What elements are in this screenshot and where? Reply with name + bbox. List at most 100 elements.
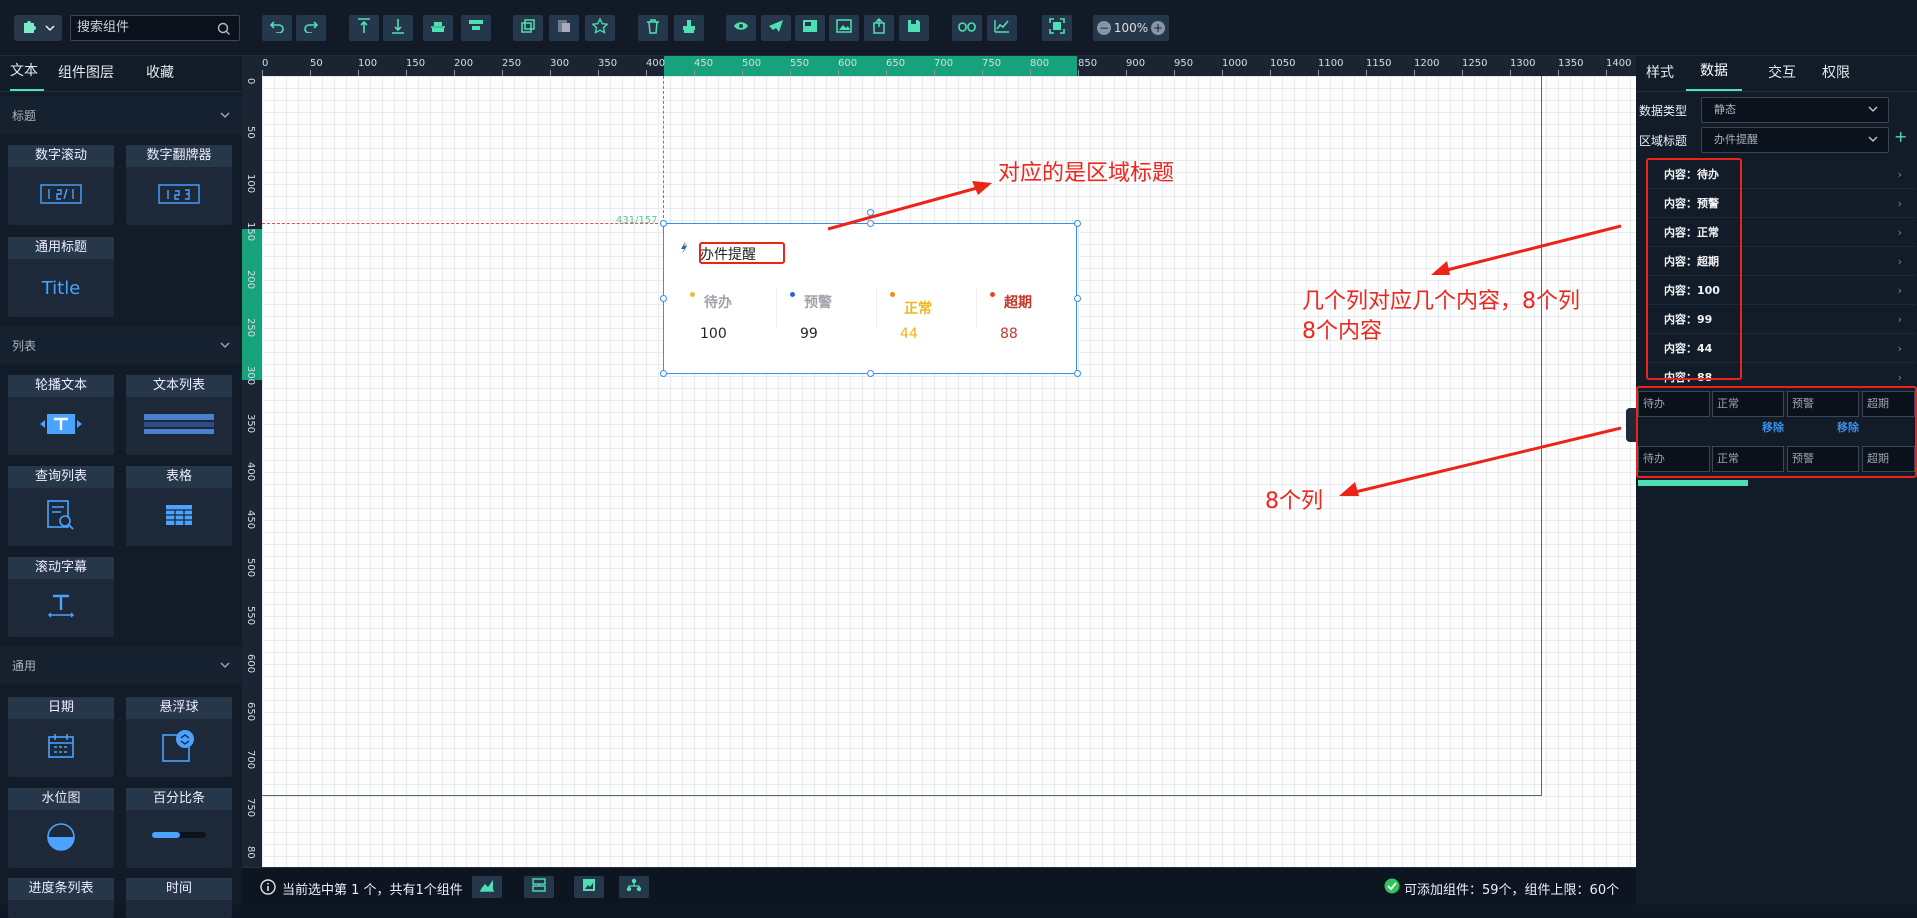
card-carousel-text[interactable]: 轮播文本 xyxy=(8,375,114,455)
add-button[interactable]: + xyxy=(1894,127,1907,146)
card-label: 文本列表 xyxy=(126,375,232,397)
tab-layers[interactable]: 组件图层 xyxy=(58,62,128,91)
card-water-level[interactable]: 水位图 xyxy=(8,788,114,868)
card-label: 通用标题 xyxy=(8,237,114,259)
top-toolbar: 搜索组件 − 100% + xyxy=(0,0,1917,56)
card-label: 进度条列表 xyxy=(8,878,114,900)
favorite-button[interactable] xyxy=(585,15,615,41)
card-float-ball[interactable]: 悬浮球 xyxy=(126,697,232,777)
ruler-tick-label: 800 xyxy=(1030,58,1050,69)
column-label: 超期 xyxy=(1004,295,1032,311)
copy-button[interactable] xyxy=(513,15,543,41)
status-layout-button[interactable] xyxy=(524,876,554,898)
search-icon[interactable] xyxy=(217,21,231,45)
card-text-list[interactable]: 文本列表 xyxy=(126,375,232,455)
selection-status: 当前选中第 1 个，共有1个组件 xyxy=(282,883,463,898)
ruler-tick-label: 650 xyxy=(886,58,906,69)
delete-button[interactable] xyxy=(638,15,668,41)
card-time[interactable]: 时间 xyxy=(126,878,232,918)
digital-flip-icon xyxy=(158,182,200,210)
redo-button[interactable] xyxy=(296,15,326,41)
align-hcenter-button[interactable] xyxy=(423,15,453,41)
card-general-title[interactable]: 通用标题 Title xyxy=(8,237,114,317)
preview-button[interactable] xyxy=(726,15,756,41)
column-divider xyxy=(876,288,877,328)
card-percentage[interactable]: 百分比条 xyxy=(126,788,232,868)
card-query-list[interactable]: 查询列表 xyxy=(8,466,114,546)
horizontal-scrollbar[interactable] xyxy=(1638,480,1748,486)
puzzle-icon xyxy=(21,18,39,38)
tab-style[interactable]: 样式 xyxy=(1646,62,1674,91)
card-marquee[interactable]: 滚动字幕 xyxy=(8,557,114,637)
publish-button[interactable] xyxy=(761,15,791,41)
resize-handle-bl[interactable] xyxy=(660,370,667,377)
zoom-in-button[interactable]: + xyxy=(1151,21,1165,35)
tab-favorites[interactable]: 收藏 xyxy=(146,62,188,91)
title-preview: Title xyxy=(41,277,81,299)
ruler-tick-label: 700 xyxy=(245,750,256,770)
section-list-header[interactable]: 列表 xyxy=(0,326,242,364)
resize-handle-tl[interactable] xyxy=(660,220,667,227)
ruler-tick-label: 750 xyxy=(245,798,256,818)
image-button[interactable] xyxy=(829,15,859,41)
export-button[interactable] xyxy=(864,15,894,41)
ruler-tick-label: 100 xyxy=(245,174,256,194)
data-type-select[interactable]: 静态 xyxy=(1701,97,1889,123)
resize-handle-l[interactable] xyxy=(660,295,667,302)
panel-collapse-handle[interactable] xyxy=(1626,408,1636,442)
chart-icon xyxy=(479,878,495,896)
tab-data[interactable]: 数据 xyxy=(1686,60,1742,91)
link-button[interactable] xyxy=(952,15,982,41)
status-chart-button[interactable] xyxy=(472,876,502,898)
card-date[interactable]: 日期 xyxy=(8,697,114,777)
tab-interaction[interactable]: 交互 xyxy=(1768,62,1796,91)
align-vcenter-button[interactable] xyxy=(461,15,491,41)
zoom-out-button[interactable]: − xyxy=(1097,21,1111,35)
chevron-right-icon: › xyxy=(1897,225,1902,239)
align-bottom-button[interactable] xyxy=(383,15,413,41)
chevron-right-icon: › xyxy=(1897,196,1902,210)
ruler-tick-label: 50 xyxy=(245,126,256,139)
favorite-icon xyxy=(591,17,609,38)
resize-handle-b[interactable] xyxy=(867,370,874,377)
card-label: 表格 xyxy=(126,466,232,488)
status-tree-button[interactable] xyxy=(619,876,649,898)
tab-permission[interactable]: 权限 xyxy=(1822,62,1850,91)
component-search-input[interactable]: 搜索组件 xyxy=(70,15,240,41)
column-dot xyxy=(690,292,695,297)
card-digital-scroll[interactable]: 数字滚动 xyxy=(8,145,114,225)
region-title-select[interactable]: 办件提醒 xyxy=(1701,127,1889,153)
resize-handle-tr[interactable] xyxy=(1074,220,1081,227)
check-circle-icon xyxy=(1384,878,1400,898)
component-menu-button[interactable] xyxy=(14,15,62,41)
section-title-header[interactable]: 标题 xyxy=(0,96,242,134)
chart-icon xyxy=(994,19,1010,37)
card-table[interactable]: 表格 xyxy=(126,466,232,546)
resize-handle-br[interactable] xyxy=(1074,370,1081,377)
align-top-button[interactable] xyxy=(349,15,379,41)
annotation-arrow-2 xyxy=(1431,224,1622,275)
section-common-header[interactable]: 通用 xyxy=(0,646,242,684)
fullscreen-button[interactable] xyxy=(1042,15,1072,41)
column-value: 99 xyxy=(800,326,818,342)
clear-button[interactable] xyxy=(674,15,704,41)
chart-button[interactable] xyxy=(987,15,1017,41)
card-label: 日期 xyxy=(8,697,114,719)
align-vcenter-icon xyxy=(468,19,484,37)
resize-handle-r[interactable] xyxy=(1074,295,1081,302)
undo-button[interactable] xyxy=(262,15,292,41)
card-progress-list[interactable]: 进度条列表 xyxy=(8,878,114,918)
status-image-button[interactable] xyxy=(574,876,604,898)
ruler-tick-label: 1200 xyxy=(1414,58,1440,69)
paste-button[interactable] xyxy=(549,15,579,41)
tab-text[interactable]: 文本 xyxy=(10,60,44,91)
section-title-label: 标题 xyxy=(12,108,37,123)
column-dot xyxy=(790,292,795,297)
image-frame-button[interactable] xyxy=(795,15,825,41)
card-label: 查询列表 xyxy=(8,466,114,488)
card-digital-flip[interactable]: 数字翻牌器 xyxy=(126,145,232,225)
ruler-tick-label: 750 xyxy=(982,58,1002,69)
section-list-label: 列表 xyxy=(12,338,37,353)
save-button[interactable] xyxy=(899,15,929,41)
ruler-tick-label: 150 xyxy=(245,222,256,242)
